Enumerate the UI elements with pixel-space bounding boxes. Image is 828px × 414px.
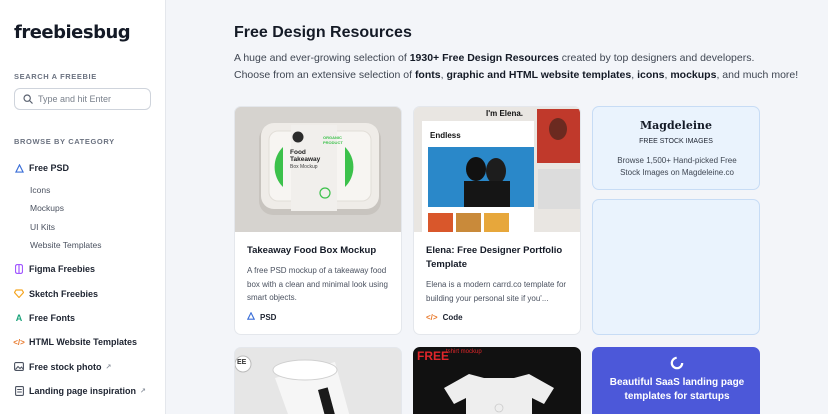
search-input[interactable] (38, 94, 148, 104)
resource-card-tshirt[interactable]: FREE tshirt mockup (413, 347, 581, 414)
font-icon: A (15, 313, 23, 324)
card-tag[interactable]: </> Code (426, 313, 463, 322)
tshirt-sublabel: tshirt mockup (446, 349, 482, 355)
tshirt-label: FREE (417, 349, 450, 363)
ad-description: Browse 1,500+ Hand-picked Free Stock Ima… (617, 156, 737, 177)
resource-card-elena[interactable]: I'm Elena. Endless Elena: Free Designer … (413, 106, 581, 335)
card-title[interactable]: Elena: Free Designer Portfolio Template (426, 244, 576, 272)
ad-placeholder[interactable] (592, 199, 760, 335)
thumb-text-food: Food (290, 149, 306, 156)
nav-sub-mockups[interactable]: Mockups (14, 199, 162, 218)
page-title: Free Design Resources (234, 24, 412, 41)
search-box[interactable] (14, 88, 151, 110)
nav-html[interactable]: </> HTML Website Templates (13, 330, 162, 354)
food-box-image (235, 107, 401, 232)
resource-card-cup[interactable]: EE (234, 347, 402, 414)
cup-mockup-image (235, 348, 401, 414)
desc-text: created by top designers and developers. (558, 52, 755, 64)
psd-icon (14, 163, 24, 173)
desc-text: Choose from an extensive selection of (234, 69, 415, 81)
card-title[interactable]: Takeaway Food Box Mockup (247, 244, 376, 258)
card-thumbnail: Food Takeaway Box Mockup ORGANIC PRODUCT (235, 107, 401, 232)
layout-icon (14, 385, 24, 396)
nav-figma[interactable]: Figma Freebies (14, 257, 162, 281)
nav-sub-website-templates[interactable]: Website Templates (14, 236, 162, 255)
nav-sketch-label: Sketch Freebies (29, 288, 99, 299)
saas-logo-icon (670, 356, 684, 370)
sketch-icon (14, 289, 24, 299)
saas-text: Beautiful SaaS landing page templates fo… (609, 377, 745, 402)
card-tag[interactable]: PSD (246, 311, 277, 322)
nav-html-label: HTML Website Templates (29, 337, 138, 348)
page-description: A huge and ever-growing selection of 193… (234, 50, 798, 84)
browse-label: BROWSE BY CATEGORY (14, 137, 115, 146)
ad-brand: Magdeleine (639, 119, 713, 132)
thumb-text-product: PRODUCT (323, 140, 343, 145)
image-icon (14, 362, 24, 372)
nav-sketch[interactable]: Sketch Freebies (14, 282, 162, 306)
card-tag-label: Code (442, 313, 463, 322)
nav-stock-photo[interactable]: Free stock photo ↗ (14, 354, 162, 378)
thumb-text-box-mockup: Box Mockup (290, 164, 318, 170)
sidebar: freebiesbug SEARCH A FREEBIE BROWSE BY C… (0, 0, 166, 414)
link-icons[interactable]: icons (637, 69, 664, 81)
resource-card-food-box[interactable]: Food Takeaway Box Mockup ORGANIC PRODUCT… (234, 106, 402, 335)
nav-fonts[interactable]: A Free Fonts (14, 306, 162, 330)
search-icon (23, 94, 33, 104)
card-tag-label: PSD (260, 312, 277, 322)
link-templates[interactable]: graphic and HTML website templates (446, 69, 631, 81)
code-icon: </> (426, 313, 438, 322)
card-description: A free PSD mockup of a takeaway food box… (247, 266, 388, 302)
nav-landing[interactable]: Landing page inspiration ↗ (14, 379, 162, 403)
desc-highlight: 1930+ Free Design Resources (409, 52, 559, 64)
desc-text: , and much more! (716, 69, 799, 81)
nav-fonts-label: Free Fonts (29, 313, 76, 324)
nav-sub-ui-kits[interactable]: UI Kits (14, 217, 162, 236)
thumb-text-im-elena: I'm Elena. (486, 109, 524, 118)
nav-free-psd[interactable]: Free PSD (14, 156, 162, 180)
nav-stock-photo-label: Free stock photo (29, 361, 102, 372)
main-content: Free Design Resources A huge and ever-gr… (166, 0, 828, 414)
card-description: Elena is a modern carrd.co template for … (426, 280, 567, 303)
figma-icon (14, 264, 24, 275)
external-link-icon: ↗ (140, 387, 146, 395)
nav-free-psd-label: Free PSD (29, 163, 70, 174)
link-mockups[interactable]: mockups (670, 69, 716, 81)
ad-saas-landing[interactable]: Beautiful SaaS landing page templates fo… (592, 347, 760, 414)
nav-sub-icons[interactable]: Icons (14, 180, 162, 199)
ad-subtitle: FREE STOCK IMAGES (639, 138, 713, 145)
external-link-icon: ↗ (105, 363, 112, 371)
portfolio-preview-image (414, 107, 580, 232)
link-fonts[interactable]: fonts (415, 69, 441, 81)
nav-figma-label: Figma Freebies (29, 264, 96, 275)
cup-badge-text: EE (237, 359, 247, 366)
search-label: SEARCH A FREEBIE (14, 72, 97, 81)
thumb-text-takeaway: Takeaway (290, 156, 321, 163)
site-logo[interactable]: freebiesbug (14, 22, 131, 43)
card-thumbnail: I'm Elena. Endless (414, 107, 580, 232)
code-icon: </> (13, 337, 25, 347)
thumb-text-endless: Endless (430, 131, 461, 140)
psd-icon (246, 311, 256, 322)
category-nav: Free PSD Icons Mockups UI Kits Website T… (13, 156, 162, 403)
nav-landing-label: Landing page inspiration (29, 385, 137, 396)
ad-magdeleine[interactable]: Magdeleine FREE STOCK IMAGES Browse 1,50… (592, 106, 760, 190)
desc-text: A huge and ever-growing selection of (234, 52, 410, 64)
